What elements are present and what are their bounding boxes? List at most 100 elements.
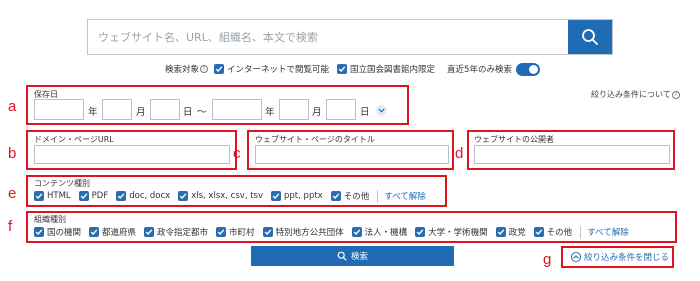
end-month-input[interactable] (279, 99, 309, 120)
content-type-options: HTML PDF doc, docx xls, xlsx, csv, tsv p… (34, 189, 426, 203)
marker-a: a (8, 98, 17, 115)
option-label: その他 (546, 228, 573, 238)
marker-e: e (8, 185, 17, 202)
date-picker-toggle[interactable] (376, 105, 387, 116)
checkbox-checked-icon[interactable] (78, 191, 89, 201)
option-label: 市町村 (229, 228, 255, 238)
unit-day: 日 (183, 107, 193, 118)
marker-d: d (455, 145, 464, 162)
search-target-row: 検索対象 ? インターネットで閲覧可能 国立国会図書館内限定 直近5年のみ検索 (165, 61, 540, 77)
checkbox-checked-icon[interactable] (216, 227, 227, 237)
checkbox-checked-icon[interactable] (34, 227, 44, 237)
filter-help-link[interactable]: 絞り込み条件について ? (591, 89, 680, 100)
search-bar (87, 19, 613, 55)
checkbox-checked-icon[interactable] (271, 191, 282, 201)
chevron-up-icon (571, 252, 581, 262)
option-label: xls, xlsx, csv, tsv (191, 191, 264, 201)
search-target-label: 検索対象 (165, 65, 200, 75)
option-label: HTML (47, 191, 71, 201)
title-label: ウェブサイト・ページのタイトル (255, 135, 375, 144)
content-type-pdf[interactable]: PDF (78, 191, 109, 201)
start-day-input[interactable] (150, 99, 180, 120)
unit-day: 日 (360, 107, 370, 118)
option-label: ppt, pptx (284, 191, 323, 201)
org-type-university[interactable]: 大学・学術機関 (415, 226, 488, 238)
option-label: PDF (91, 191, 109, 201)
target-option-internet[interactable]: インターネットで閲覧可能 (214, 63, 329, 75)
content-type-clear-all[interactable]: すべて解除 (384, 190, 426, 202)
domain-input[interactable] (34, 145, 230, 164)
close-filters-label: 絞り込み条件を閉じる (584, 253, 670, 263)
option-label: 法人・機構 (364, 228, 408, 238)
checkbox-checked-icon[interactable] (533, 227, 544, 237)
domain-label: ドメイン・ページURL (34, 135, 114, 144)
option-label: 政令指定都市 (157, 228, 209, 238)
org-type-label: 組織種別 (34, 215, 66, 224)
publisher-input[interactable] (474, 145, 670, 164)
close-filters-link[interactable]: 絞り込み条件を閉じる (571, 251, 669, 263)
checkbox-checked-icon[interactable] (34, 191, 44, 201)
content-type-html[interactable]: HTML (34, 191, 71, 201)
checkbox-checked-icon[interactable] (89, 227, 100, 237)
option-label: 大学・学術機関 (428, 228, 488, 238)
recent-only-toggle[interactable] (515, 62, 540, 76)
org-type-options: 国の機関 都道府県 政令指定都市 市町村 特別地方公共団体 法人・機構 大学・学… (34, 225, 629, 239)
option-label: doc, docx (129, 191, 171, 201)
org-type-corporation[interactable]: 法人・機構 (351, 226, 408, 238)
chevron-down-icon (378, 108, 385, 113)
checkbox-checked-icon[interactable] (214, 64, 225, 74)
divider (580, 225, 582, 239)
checkbox-checked-icon[interactable] (351, 227, 362, 237)
search-icon (582, 29, 598, 45)
org-type-designated-city[interactable]: 政令指定都市 (144, 226, 208, 238)
target-option-ndl[interactable]: 国立国会図書館内限定 (337, 63, 435, 75)
checkbox-checked-icon[interactable] (116, 191, 127, 201)
org-type-clear-all[interactable]: すべて解除 (587, 226, 629, 238)
marker-c: c (233, 145, 241, 162)
publisher-label: ウェブサイトの公開者 (474, 135, 554, 144)
unit-year: 年 (265, 107, 275, 118)
unit-month: 月 (312, 107, 322, 118)
search-input[interactable] (88, 20, 568, 54)
filter-help-text: 絞り込み条件について (591, 90, 671, 99)
target-option-label: 国立国会図書館内限定 (350, 65, 436, 75)
marker-f: f (8, 218, 13, 235)
checkbox-checked-icon[interactable] (330, 191, 341, 201)
recent-only-label: 直近5年のみ検索 (447, 65, 512, 75)
unit-year: 年 (88, 107, 98, 118)
org-type-special-local[interactable]: 特別地方公共団体 (262, 226, 344, 238)
filter-search-label: 検索 (350, 252, 368, 262)
end-year-input[interactable] (212, 99, 262, 120)
option-label: 国の機関 (47, 228, 82, 238)
date-range-tilde: ～ (197, 107, 207, 118)
checkbox-checked-icon[interactable] (495, 227, 506, 237)
checkbox-checked-icon[interactable] (415, 227, 426, 237)
option-label: 特別地方公共団体 (275, 228, 344, 238)
checkbox-checked-icon[interactable] (337, 64, 348, 74)
end-day-input[interactable] (326, 99, 356, 120)
title-input[interactable] (255, 145, 449, 164)
marker-g: g (543, 251, 552, 268)
content-type-other[interactable]: その他 (330, 190, 369, 202)
help-icon[interactable]: ? (200, 65, 209, 73)
option-label: 政党 (508, 228, 526, 238)
start-year-input[interactable] (34, 99, 84, 120)
org-type-national[interactable]: 国の機関 (34, 226, 81, 238)
content-type-xls[interactable]: xls, xlsx, csv, tsv (178, 191, 263, 201)
org-type-other[interactable]: その他 (533, 226, 573, 238)
search-icon (337, 251, 347, 261)
content-type-doc[interactable]: doc, docx (116, 191, 170, 201)
search-submit-button[interactable] (568, 20, 612, 54)
org-type-prefecture[interactable]: 都道府県 (89, 226, 136, 238)
unit-month: 月 (136, 107, 146, 118)
start-month-input[interactable] (102, 99, 132, 120)
checkbox-checked-icon[interactable] (144, 227, 155, 237)
org-type-municipality[interactable]: 市町村 (216, 226, 255, 238)
filter-search-button[interactable]: 検索 (251, 246, 454, 266)
content-type-ppt[interactable]: ppt, pptx (271, 191, 323, 201)
org-type-party[interactable]: 政党 (495, 226, 526, 238)
checkbox-checked-icon[interactable] (178, 191, 189, 201)
content-type-label: コンテンツ種別 (34, 179, 90, 188)
checkbox-checked-icon[interactable] (262, 227, 273, 237)
option-label: 都道府県 (102, 228, 137, 238)
